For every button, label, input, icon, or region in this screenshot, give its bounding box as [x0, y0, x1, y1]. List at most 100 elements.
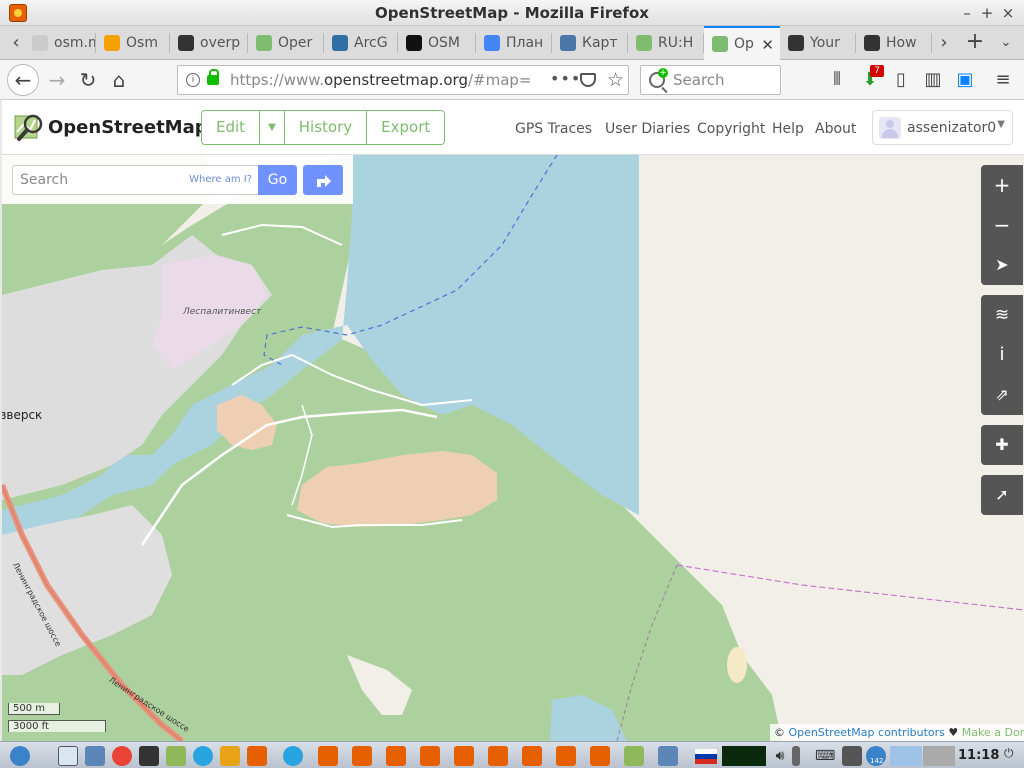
directions-arrow-icon: [317, 175, 331, 187]
window-titlebar: OpenStreetMap - Mozilla Firefox – + ×: [0, 0, 1024, 26]
locate-icon[interactable]: ➤: [981, 245, 1023, 285]
about-link[interactable]: About: [815, 121, 856, 137]
bookmark-star-icon[interactable]: ☆: [607, 69, 624, 91]
url-text[interactable]: https://www.openstreetmap.org/#map=: [230, 71, 530, 89]
map-label-lesplitinvest: Леспалитинвест: [183, 307, 262, 317]
tab-8[interactable]: RU:H: [628, 26, 704, 60]
firefox-window-9-icon[interactable]: [590, 746, 610, 766]
workspace-1[interactable]: [890, 746, 922, 766]
query-features-icon[interactable]: ➚: [981, 475, 1023, 515]
tab-10[interactable]: Your: [780, 26, 856, 60]
firefox-window-4-icon[interactable]: [420, 746, 440, 766]
user-diaries-link[interactable]: User Diaries: [605, 121, 690, 137]
josm-window-icon[interactable]: [624, 746, 644, 766]
map-search-input[interactable]: Search Where am I?: [12, 165, 259, 195]
site-info-icon[interactable]: i: [186, 73, 200, 87]
pocket-icon[interactable]: [580, 73, 596, 87]
osm-header: OpenStreetMap Edit ▼ History Export GPS …: [2, 100, 1024, 155]
tab-11[interactable]: How: [856, 26, 932, 60]
gps-traces-link[interactable]: GPS Traces: [515, 121, 592, 137]
osm-logo-icon[interactable]: [14, 112, 44, 142]
extension-icon[interactable]: ▥: [919, 66, 947, 94]
url-domain: openstreetmap.org: [323, 71, 468, 89]
firefox-window-8-icon[interactable]: [556, 746, 576, 766]
chrome-icon[interactable]: [112, 746, 132, 766]
zoom-out-button[interactable]: −: [981, 205, 1023, 245]
reload-button[interactable]: ↻: [73, 65, 103, 95]
directions-icon[interactable]: [303, 165, 343, 195]
tab-4[interactable]: ArcG: [324, 26, 398, 60]
edit-dropdown-chevron-down-icon[interactable]: ▼: [260, 111, 285, 144]
go-button[interactable]: Go: [258, 165, 297, 195]
tab-7[interactable]: Карт: [552, 26, 628, 60]
donate-link[interactable]: Make a Donation: [962, 726, 1024, 739]
forward-button[interactable]: →: [42, 65, 72, 95]
josm-icon[interactable]: [166, 746, 186, 766]
volume-icon[interactable]: 🔊︎: [770, 746, 790, 766]
firefox-window-1-icon[interactable]: [318, 746, 338, 766]
reader-view-icon[interactable]: ▯: [887, 66, 915, 94]
firefox-window-6-icon[interactable]: [488, 746, 508, 766]
url-bar[interactable]: i https://www.openstreetmap.org/#map= ••…: [177, 65, 629, 95]
show-desktop-icon[interactable]: [58, 746, 78, 766]
telegram-window-icon[interactable]: [283, 746, 303, 766]
user-menu[interactable]: assenizator0 ▼: [872, 110, 1013, 145]
tab-2[interactable]: overp: [170, 26, 248, 60]
back-button[interactable]: ←: [7, 64, 39, 96]
terminal-icon[interactable]: [139, 746, 159, 766]
start-menu-icon[interactable]: [10, 746, 30, 766]
library-icon[interactable]: ⫴: [823, 66, 851, 94]
tab-9[interactable]: Op ✕: [704, 26, 780, 60]
tools-icon[interactable]: [220, 746, 240, 766]
zoom-in-button[interactable]: +: [981, 165, 1023, 205]
tab-3[interactable]: Oper: [248, 26, 324, 60]
minimize-button[interactable]: –: [957, 3, 977, 23]
where-am-i-link[interactable]: Where am I?: [189, 174, 252, 185]
share-icon[interactable]: ⇗: [981, 375, 1023, 415]
scroll-tabs-right-icon[interactable]: ›: [932, 26, 956, 60]
home-icon[interactable]: ⌂: [104, 65, 134, 95]
history-button[interactable]: History: [284, 111, 368, 144]
save-icon[interactable]: ▣: [951, 66, 979, 94]
map-canvas[interactable]: Леспалитинвест зверск Ленинградское шосс…: [2, 155, 1024, 741]
web-search-placeholder: Search: [673, 71, 725, 89]
close-window-button[interactable]: ×: [998, 3, 1018, 23]
osm-brand[interactable]: OpenStreetMap: [48, 117, 208, 138]
edit-button[interactable]: Edit: [202, 111, 261, 144]
export-button[interactable]: Export: [367, 111, 445, 144]
layers-icon[interactable]: ≋: [981, 295, 1023, 335]
new-tab-button[interactable]: +: [960, 26, 990, 60]
close-tab-icon[interactable]: ✕: [761, 36, 774, 54]
folder-window-icon[interactable]: [658, 746, 678, 766]
power-icon[interactable]: ⏻: [1004, 746, 1018, 766]
all-tabs-chevron-down-icon[interactable]: ⌄: [994, 26, 1018, 60]
tab-label: ArcG: [354, 35, 388, 51]
firefox-window-5-icon[interactable]: [454, 746, 474, 766]
tab-6[interactable]: План: [476, 26, 552, 60]
firefox-taskbar-icon[interactable]: [247, 746, 267, 766]
keyboard-icon[interactable]: ⌨: [815, 746, 835, 766]
map-tiles[interactable]: [2, 155, 1024, 741]
info-icon[interactable]: ⅰ: [981, 335, 1023, 375]
tab-favicon-icon: [104, 35, 120, 51]
attribution-link[interactable]: OpenStreetMap contributors: [789, 726, 945, 739]
firefox-window-3-icon[interactable]: [386, 746, 406, 766]
add-note-icon[interactable]: ✚: [981, 425, 1023, 465]
telegram-icon[interactable]: [193, 746, 213, 766]
menu-icon[interactable]: ≡: [989, 66, 1017, 94]
maximize-button[interactable]: +: [977, 3, 997, 23]
tab-1[interactable]: Osm: [96, 26, 170, 60]
add-engine-icon: +: [658, 68, 668, 78]
keyboard-layout-flag-icon[interactable]: [695, 749, 717, 764]
copyright-link[interactable]: Copyright: [697, 121, 765, 137]
firefox-window-2-icon[interactable]: [352, 746, 372, 766]
network-icon[interactable]: [842, 746, 862, 766]
tab-5[interactable]: OSM: [398, 26, 476, 60]
help-link[interactable]: Help: [772, 121, 804, 137]
file-manager-icon[interactable]: [85, 746, 105, 766]
workspace-2[interactable]: [923, 746, 955, 766]
tab-0[interactable]: osm.ma: [24, 26, 96, 60]
firefox-window-7-icon[interactable]: [522, 746, 542, 766]
page-actions-icon[interactable]: •••: [550, 69, 581, 88]
web-search-input[interactable]: + Search: [640, 65, 781, 95]
